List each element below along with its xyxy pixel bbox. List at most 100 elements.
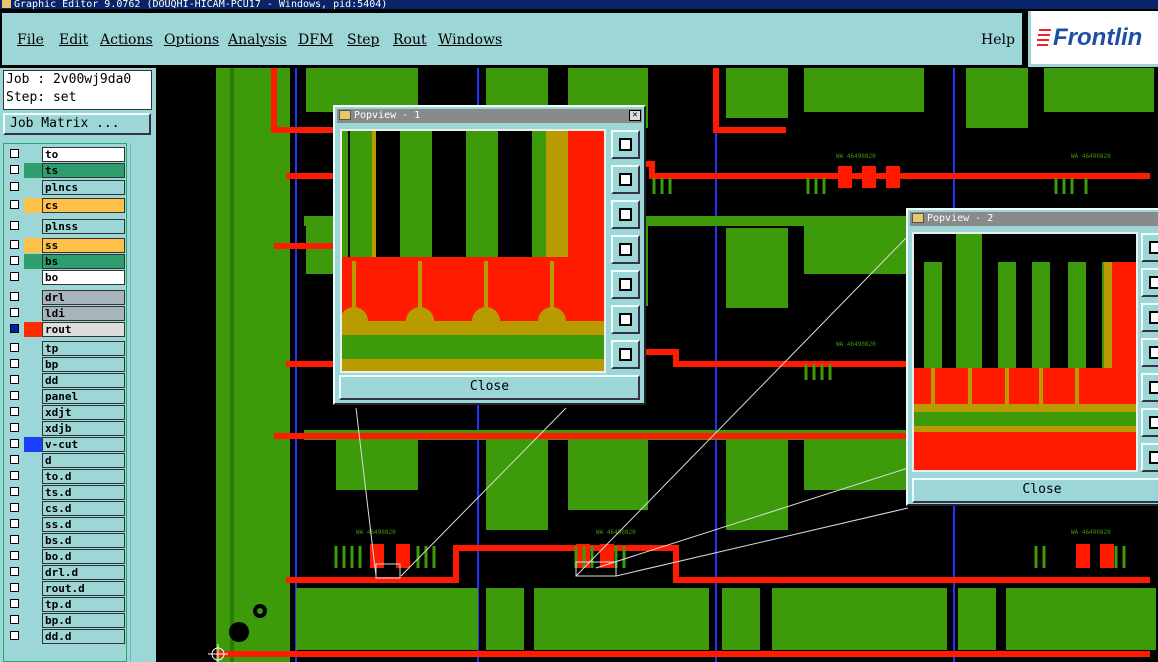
layer-row-dd[interactable]: dd <box>7 373 125 388</box>
menu-options[interactable]: Options <box>164 32 219 48</box>
popview-2-pan-left-button[interactable] <box>1141 338 1158 367</box>
layer-name[interactable]: rout.d <box>42 581 125 596</box>
menu-rout[interactable]: Rout <box>393 32 427 48</box>
layer-row-v-cut[interactable]: v-cut <box>7 437 125 452</box>
layer-name[interactable]: ts <box>42 163 125 178</box>
layer-row-xdjt[interactable]: xdjt <box>7 405 125 420</box>
layer-name[interactable]: d <box>42 453 125 468</box>
layer-checkbox[interactable] <box>10 182 19 191</box>
layer-row-ts[interactable]: ts <box>7 163 125 178</box>
popview-zoom-fit-button[interactable] <box>611 130 640 159</box>
popview-2-pan-down-button[interactable] <box>1141 303 1158 332</box>
layer-checkbox[interactable] <box>10 256 19 265</box>
layer-name[interactable]: drl <box>42 290 125 305</box>
layer-row-bs.d[interactable]: bs.d <box>7 533 125 548</box>
menu-analysis[interactable]: Analysis <box>228 32 287 48</box>
popview-2-close-button[interactable]: Close <box>912 478 1158 503</box>
menu-help[interactable]: Help <box>981 32 1015 48</box>
layer-name[interactable]: plnss <box>42 219 125 234</box>
layer-checkbox[interactable] <box>10 423 19 432</box>
layer-checkbox[interactable] <box>10 292 19 301</box>
layer-row-dd.d[interactable]: dd.d <box>7 629 125 644</box>
layer-row-ts.d[interactable]: ts.d <box>7 485 125 500</box>
layer-name[interactable]: bp <box>42 357 125 372</box>
layer-row-to.d[interactable]: to.d <box>7 469 125 484</box>
layer-checkbox[interactable] <box>10 221 19 230</box>
popview-1-close-button[interactable]: Close <box>339 375 640 400</box>
layer-row-plnss[interactable]: plnss <box>7 219 125 234</box>
layer-row-tp[interactable]: tp <box>7 341 125 356</box>
layer-checkbox[interactable] <box>10 535 19 544</box>
layer-name[interactable]: dd.d <box>42 629 125 644</box>
menu-edit[interactable]: Edit <box>59 32 88 48</box>
layer-checkbox[interactable] <box>10 551 19 560</box>
layer-checkbox[interactable] <box>10 503 19 512</box>
layer-name[interactable]: bo <box>42 270 125 285</box>
layer-row-ss.d[interactable]: ss.d <box>7 517 125 532</box>
layer-checkbox[interactable] <box>10 439 19 448</box>
layer-row-tp.d[interactable]: tp.d <box>7 597 125 612</box>
layer-checkbox[interactable] <box>10 359 19 368</box>
layer-checkbox[interactable] <box>10 375 19 384</box>
layer-name[interactable]: rout <box>42 322 125 337</box>
popview-1-titlebar[interactable]: Popview - 1 <box>337 109 642 123</box>
popview-2-pan-right-button[interactable] <box>1141 373 1158 402</box>
popview-2-view[interactable] <box>912 232 1138 472</box>
layer-name[interactable]: drl.d <box>42 565 125 580</box>
layer-row-bs[interactable]: bs <box>7 254 125 269</box>
menu-file[interactable]: File <box>17 32 44 48</box>
layer-row-ss[interactable]: ss <box>7 238 125 253</box>
popview-pan-up-button[interactable] <box>611 165 640 194</box>
popview-pan-right-button[interactable] <box>611 270 640 299</box>
layer-row-cs.d[interactable]: cs.d <box>7 501 125 516</box>
layer-list-scrollbar[interactable] <box>130 143 153 662</box>
menu-step[interactable]: Step <box>347 32 379 48</box>
layer-checkbox[interactable] <box>10 165 19 174</box>
layer-row-bp[interactable]: bp <box>7 357 125 372</box>
popview-2-zoom-out-button[interactable] <box>1141 443 1158 472</box>
popview-pan-left-button[interactable] <box>611 235 640 264</box>
layer-name[interactable]: to <box>42 147 125 162</box>
layer-checkbox[interactable] <box>10 567 19 576</box>
layer-row-ldi[interactable]: ldi <box>7 306 125 321</box>
layer-checkbox[interactable] <box>10 471 19 480</box>
layer-checkbox[interactable] <box>10 308 19 317</box>
layer-name[interactable]: xdjb <box>42 421 125 436</box>
layer-name[interactable]: ss.d <box>42 517 125 532</box>
layer-row-rout[interactable]: rout <box>7 322 125 337</box>
layer-row-bp.d[interactable]: bp.d <box>7 613 125 628</box>
layer-name[interactable]: v-cut <box>42 437 125 452</box>
layer-name[interactable]: dd <box>42 373 125 388</box>
popview-2-pan-up-button[interactable] <box>1141 268 1158 297</box>
layer-row-xdjb[interactable]: xdjb <box>7 421 125 436</box>
layer-checkbox[interactable] <box>10 391 19 400</box>
layer-row-bo.d[interactable]: bo.d <box>7 549 125 564</box>
layer-checkbox[interactable] <box>10 519 19 528</box>
layer-name[interactable]: ss <box>42 238 125 253</box>
popview-2-zoom-in-button[interactable] <box>1141 408 1158 437</box>
popview-2-zoom-fit-button[interactable] <box>1141 233 1158 262</box>
layer-checkbox[interactable] <box>10 631 19 640</box>
layer-name[interactable]: panel <box>42 389 125 404</box>
layer-checkbox[interactable] <box>10 583 19 592</box>
layer-checkbox[interactable] <box>10 149 19 158</box>
layer-row-rout.d[interactable]: rout.d <box>7 581 125 596</box>
layer-checkbox[interactable] <box>10 272 19 281</box>
layer-name[interactable]: ldi <box>42 306 125 321</box>
layer-checkbox[interactable] <box>10 615 19 624</box>
popview-zoom-out-button[interactable] <box>611 340 640 369</box>
layer-row-plncs[interactable]: plncs <box>7 180 125 195</box>
layer-checkbox[interactable] <box>10 324 19 333</box>
popview-1-view[interactable] <box>340 129 606 373</box>
layer-name[interactable]: ts.d <box>42 485 125 500</box>
layer-name[interactable]: bs <box>42 254 125 269</box>
popview-1-close-icon[interactable]: ✕ <box>629 110 641 121</box>
layer-row-to[interactable]: to <box>7 147 125 162</box>
job-matrix-button[interactable]: Job Matrix ... <box>3 113 151 135</box>
layer-name[interactable]: cs.d <box>42 501 125 516</box>
layer-name[interactable]: tp.d <box>42 597 125 612</box>
layer-name[interactable]: to.d <box>42 469 125 484</box>
layer-name[interactable]: cs <box>42 198 125 213</box>
layer-checkbox[interactable] <box>10 599 19 608</box>
layer-row-drl[interactable]: drl <box>7 290 125 305</box>
